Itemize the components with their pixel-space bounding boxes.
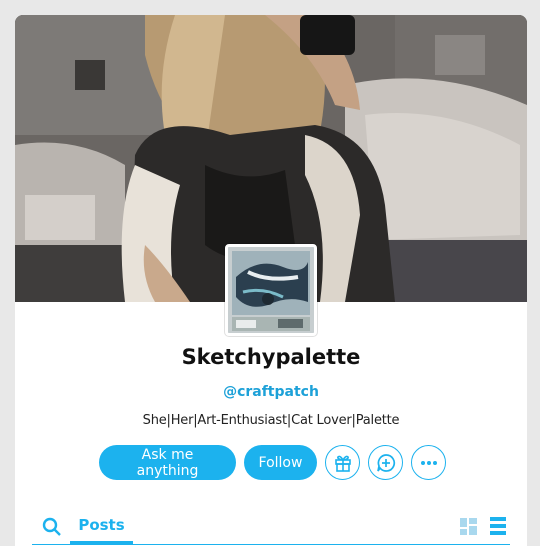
grid-view-icon — [460, 518, 477, 535]
message-button[interactable] — [368, 445, 403, 480]
tabs-divider — [32, 544, 510, 545]
action-bar: Ask me anything Follow — [99, 445, 446, 480]
grid-view-toggle[interactable] — [460, 518, 477, 535]
more-icon — [420, 460, 437, 465]
profile-name: Sketchypalette — [181, 345, 361, 369]
ask-me-anything-button[interactable]: Ask me anything — [99, 445, 236, 480]
search-tab[interactable] — [42, 517, 62, 537]
tab-posts[interactable]: Posts — [70, 508, 133, 544]
profile-card: Sketchypalette @craftpatch She|Her|Art-E… — [15, 15, 527, 546]
message-plus-icon — [376, 453, 395, 472]
gift-button[interactable] — [325, 445, 360, 480]
gift-icon — [334, 455, 351, 472]
profile-tabs: Posts — [32, 508, 510, 546]
avatar[interactable] — [225, 244, 317, 336]
profile-handle[interactable]: @craftpatch — [15, 384, 527, 400]
list-view-toggle[interactable] — [490, 517, 506, 535]
profile-bio: She|Her|Art-Enthusiast|Cat Lover|Palette — [142, 413, 400, 428]
follow-button[interactable]: Follow — [244, 445, 317, 480]
list-view-icon — [490, 517, 506, 535]
more-button[interactable] — [411, 445, 446, 480]
search-icon — [42, 517, 61, 536]
